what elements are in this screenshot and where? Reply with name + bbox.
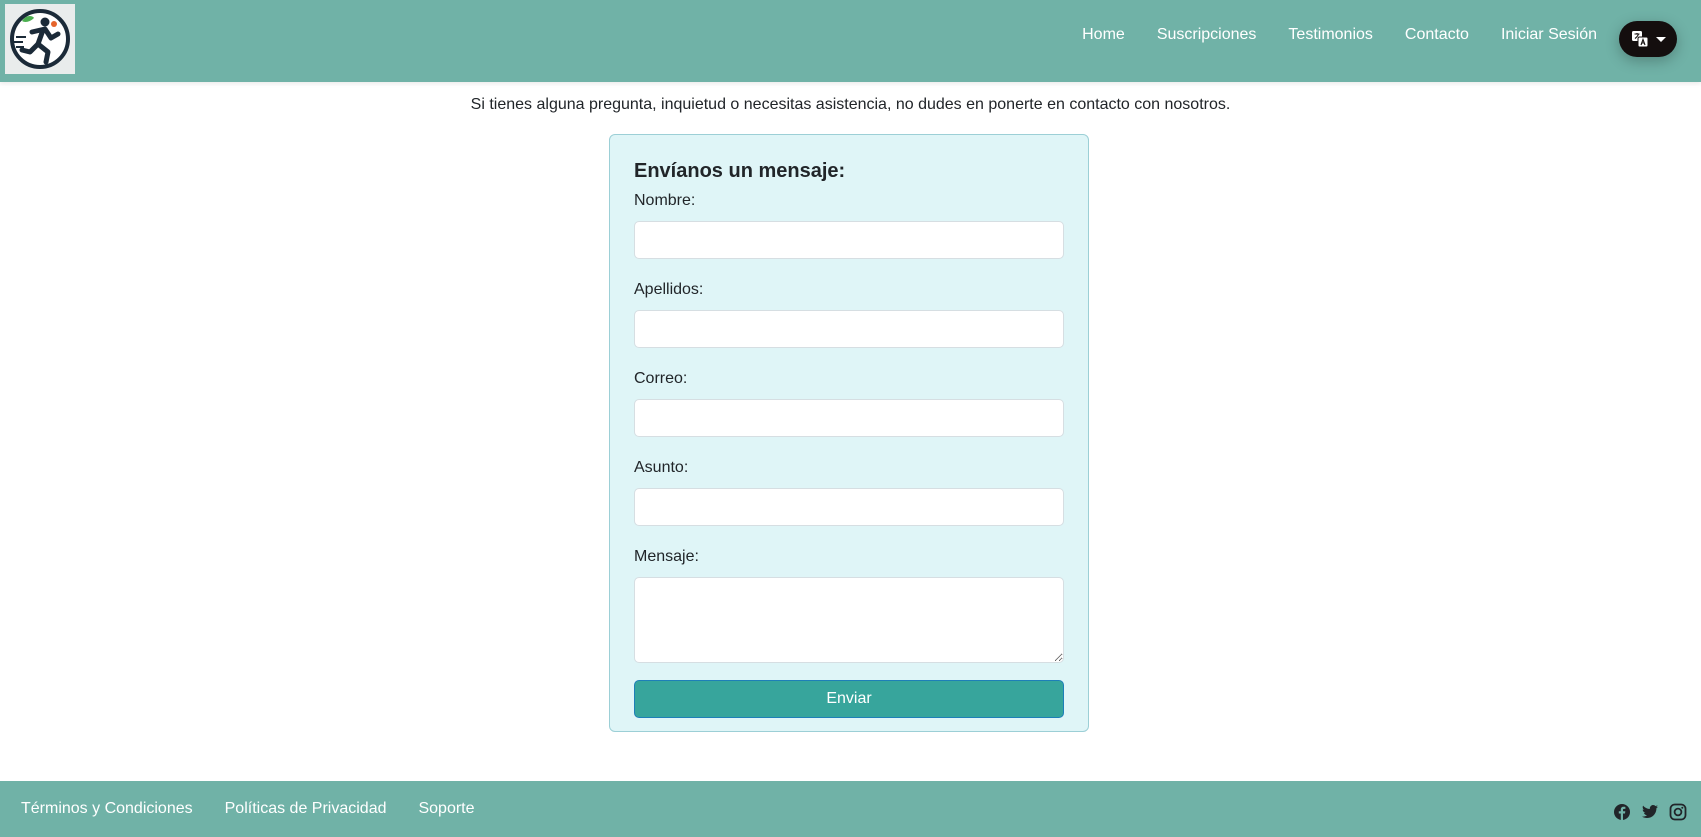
nav-links: Home Suscripciones Testimonios Contacto … xyxy=(1050,0,1597,70)
twitter-icon[interactable] xyxy=(1641,803,1659,821)
contact-form-card: Envíanos un mensaje: Nombre: Apellidos: … xyxy=(609,134,1089,732)
mensaje-label: Mensaje: xyxy=(634,548,699,565)
language-dropdown-button[interactable] xyxy=(1619,21,1677,57)
runner-logo-icon xyxy=(10,9,70,69)
nav-link-iniciar-sesion[interactable]: Iniciar Sesión xyxy=(1501,26,1597,44)
nav-link-testimonios[interactable]: Testimonios xyxy=(1288,26,1372,44)
nombre-label: Nombre: xyxy=(634,192,696,209)
top-navbar: Home Suscripciones Testimonios Contacto … xyxy=(0,0,1701,82)
nav-link-suscripciones[interactable]: Suscripciones xyxy=(1157,26,1257,44)
form-title: Envíanos un mensaje: xyxy=(634,160,846,182)
nav-link-contacto[interactable]: Contacto xyxy=(1405,26,1469,44)
correo-input[interactable] xyxy=(634,399,1064,437)
footer-link-soporte[interactable]: Soporte xyxy=(418,800,474,818)
instagram-icon[interactable] xyxy=(1669,803,1687,821)
footer-link-privacidad[interactable]: Políticas de Privacidad xyxy=(225,800,387,818)
nav-link-home[interactable]: Home xyxy=(1082,26,1125,44)
correo-label: Correo: xyxy=(634,370,688,387)
apellidos-label: Apellidos: xyxy=(634,281,704,298)
contact-subtitle: Si tienes alguna pregunta, inquietud o n… xyxy=(470,96,1231,113)
chevron-down-icon xyxy=(1655,36,1666,42)
apellidos-input[interactable] xyxy=(634,310,1064,348)
footer: Términos y Condiciones Políticas de Priv… xyxy=(0,781,1701,837)
facebook-icon[interactable] xyxy=(1613,803,1631,821)
mensaje-textarea[interactable] xyxy=(634,577,1064,663)
brand-logo[interactable] xyxy=(5,4,75,74)
social-links xyxy=(1613,803,1687,821)
footer-link-terminos[interactable]: Términos y Condiciones xyxy=(21,800,193,818)
translate-icon xyxy=(1631,31,1648,48)
asunto-input[interactable] xyxy=(634,488,1064,526)
enviar-button[interactable]: Enviar xyxy=(634,680,1064,718)
nombre-input[interactable] xyxy=(634,221,1064,259)
footer-links: Términos y Condiciones Políticas de Priv… xyxy=(21,781,507,837)
asunto-label: Asunto: xyxy=(634,459,689,476)
